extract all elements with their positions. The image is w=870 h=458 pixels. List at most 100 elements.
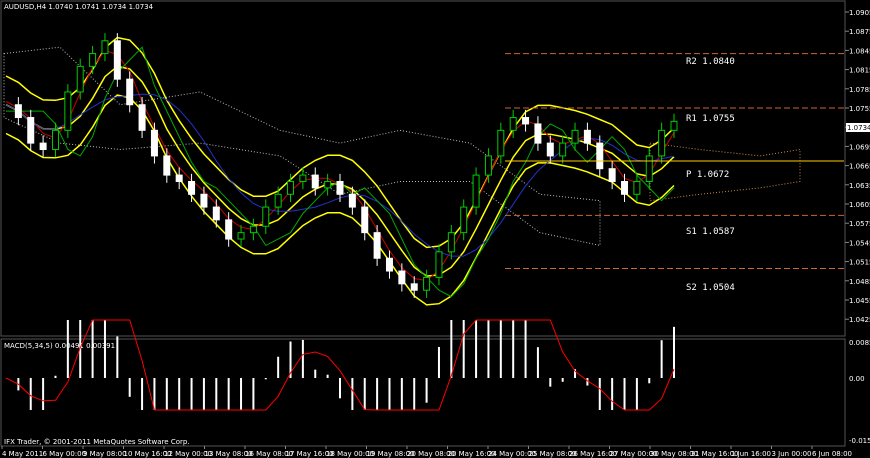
candle-body [27,117,35,144]
candle-body [373,232,381,259]
candle-body [423,276,431,291]
price-tick-label: 1.0665 [849,163,870,171]
bollinger-bands [5,36,675,306]
candle-body [348,193,356,208]
price-tick-label: 1.0545 [849,239,870,247]
candle-body [101,40,109,55]
candle-body [534,123,542,144]
time-tick-label: 9 May 08:00 [83,450,127,458]
price-tick-label: 1.0755 [849,105,870,113]
candle-body [509,117,517,131]
candle-body [336,180,344,195]
current-price-label: 1.0734 [847,124,870,132]
price-tick-label: 1.0785 [849,86,870,94]
candle-body [385,257,393,272]
candle-body [39,142,47,151]
macd-histogram [17,320,675,410]
time-tick-label: 3 Jun 00:00 [772,450,812,458]
candle-body [138,104,146,131]
candle-body [14,104,22,119]
candlesticks [14,33,678,298]
candle-body [311,174,319,189]
macd-axis: 0.00855 0.00 -0.01574 [849,339,870,445]
macd-scale-label: -0.01574 [849,437,870,445]
candle-body [249,225,257,234]
price-tick-label: 1.0875 [849,28,870,36]
candle-body [435,251,443,278]
pivot-s1-label: S1 1.0587 [686,227,735,237]
candle-body [447,232,455,253]
candle-body [583,129,591,144]
pivot-s2-label: S2 1.0504 [686,283,735,293]
candle-body [237,232,245,240]
time-tick-label: 1 Jun 16:00 [731,450,771,458]
candle-body [670,120,678,131]
candle-body [324,180,332,189]
candle-body [472,174,480,208]
candle-body [287,180,295,195]
time-tick-label: 6 Jun 08:00 [812,450,852,458]
candle-body [188,180,196,195]
candle-body [645,155,653,182]
pivot-p-label: P 1.0672 [686,170,729,180]
bollinger-middle [5,65,675,277]
price-tick-label: 1.0845 [849,47,870,55]
candle-body [225,219,233,240]
price-axis: 1.0905 1.0875 1.0845 1.0815 1.0785 1.0755 1.07… [845,9,870,324]
price-tick-label: 1.0515 [849,259,870,267]
macd-scale-label: 0.00 [849,375,865,383]
candle-body [126,78,134,106]
candle-body [546,142,554,157]
candle-body [76,65,84,93]
price-tick-label: 1.0575 [849,220,870,228]
price-tick-label: 1.0905 [849,9,870,17]
price-tick-label: 1.0815 [849,67,870,75]
moving-averages [5,46,675,298]
chart-window[interactable]: AUDUSD,H4 1.0740 1.0741 1.0734 1.0734 MA… [0,0,870,458]
chikou-line [6,46,675,298]
macd-label: MACD(5,34,5) 0.00491 0.00391 [4,342,115,350]
candle-body [497,129,505,157]
copyright-text: IFX Trader, © 2001-2011 MetaQuotes Softw… [4,438,190,446]
candle-body [175,174,183,182]
candle-body [608,168,616,182]
candle-body [262,206,270,227]
candle-body [163,155,171,176]
candle-body [460,206,468,234]
pivot-r1-label: R1 1.0755 [686,114,735,124]
candle-body [571,129,579,144]
candle-body [398,270,406,285]
candle-body [150,129,158,157]
time-tick-label: 6 May 00:00 [43,450,87,458]
price-tick-label: 1.0605 [849,201,870,209]
time-axis: 4 May 2011 6 May 00:009 May 08:0010 May 1… [1,446,852,458]
candle-body [212,206,220,221]
candle-body [596,142,604,170]
candle-body [51,129,59,151]
symbol-header: AUDUSD,H4 1.0740 1.0741 1.0734 1.0734 [4,3,154,11]
candle-body [274,193,282,208]
price-tick-label: 1.0695 [849,143,870,151]
price-tick-label: 1.0455 [849,297,870,305]
candle-body [89,53,97,67]
candle-body [621,180,629,195]
time-tick-label: 4 May 2011 [2,450,43,458]
tenkan-line [5,49,675,282]
candle-body [200,193,208,208]
price-tick-label: 1.0425 [849,316,870,324]
pivot-lines [505,53,844,269]
candle-body [484,155,492,176]
macd-scale-label: 0.00855 [849,339,870,347]
price-tick-label: 1.0635 [849,182,870,190]
candle-body [64,91,72,131]
candle-body [410,283,418,291]
candle-body [522,117,530,125]
candle-body [559,142,567,157]
candle-body [361,206,369,234]
candle-body [299,174,307,182]
price-tick-label: 1.0485 [849,278,870,286]
macd-panel [0,338,846,447]
candle-body [658,129,666,157]
candle-body [113,40,121,80]
pivot-r2-label: R2 1.0840 [686,57,735,67]
